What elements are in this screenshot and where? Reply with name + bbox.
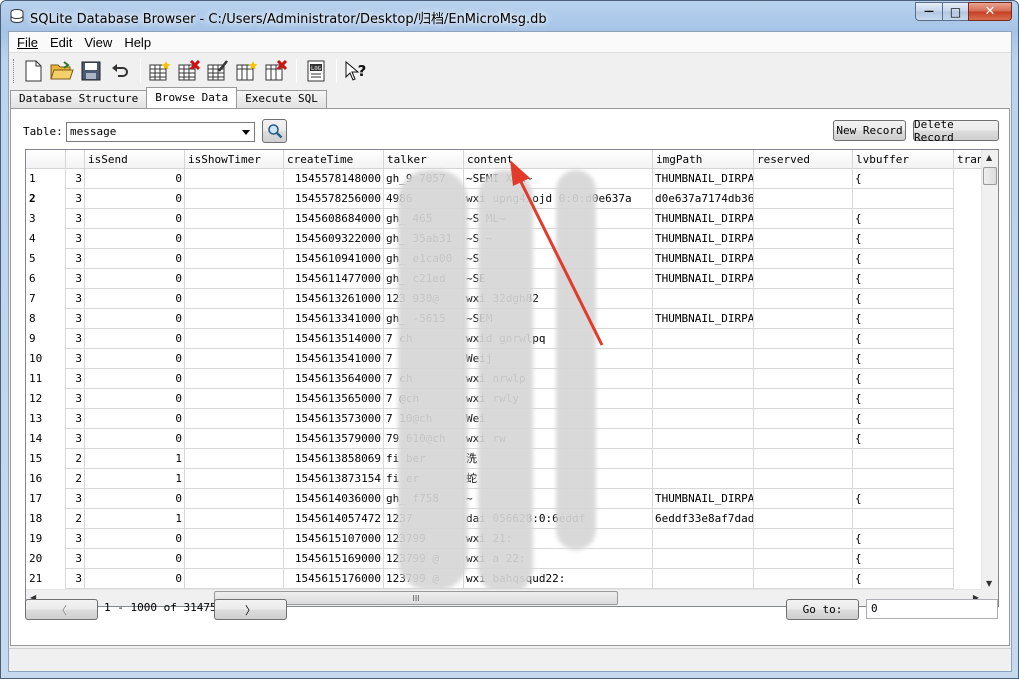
modify-table-button[interactable] bbox=[205, 58, 231, 84]
page-info: 1 - 1000 of 31475 bbox=[104, 601, 217, 614]
tab-execute-sql[interactable]: Execute SQL bbox=[236, 90, 327, 108]
toolbar-separator bbox=[140, 58, 141, 83]
whats-this-button[interactable]: ? bbox=[343, 58, 369, 84]
table-select-value: message bbox=[70, 125, 117, 138]
goto-input[interactable]: 0 bbox=[866, 599, 998, 619]
create-table-icon bbox=[149, 60, 171, 80]
chevron-left-icon: 〈 bbox=[56, 603, 67, 617]
undo-button[interactable] bbox=[107, 58, 133, 84]
log-icon: LOG bbox=[307, 60, 325, 81]
scroll-up-icon[interactable]: ▲ bbox=[986, 153, 992, 162]
table-select[interactable]: message bbox=[66, 122, 255, 142]
toolbar: LOG ? bbox=[9, 54, 1011, 87]
client-area: File Edit View Help LOG ? Database Struc… bbox=[8, 31, 1012, 672]
scroll-down-icon[interactable]: ▼ bbox=[986, 579, 992, 588]
tab-browse-data[interactable]: Browse Data bbox=[146, 87, 238, 108]
save-button[interactable] bbox=[78, 58, 104, 84]
menu-view[interactable]: View bbox=[78, 33, 118, 52]
delete-index-icon bbox=[265, 59, 287, 80]
open-folder-icon bbox=[50, 60, 74, 79]
menu-edit[interactable]: Edit bbox=[44, 33, 78, 52]
previous-page-button[interactable]: 〈 bbox=[25, 599, 98, 620]
chevron-down-icon bbox=[242, 130, 250, 135]
toolbar-separator bbox=[336, 58, 337, 83]
close-button[interactable]: ✕ bbox=[968, 2, 1012, 21]
create-table-button[interactable] bbox=[147, 58, 173, 84]
search-button[interactable] bbox=[262, 119, 287, 143]
goto-button[interactable]: Go to: bbox=[786, 599, 859, 620]
modify-table-icon bbox=[207, 59, 228, 80]
menu-help[interactable]: Help bbox=[118, 33, 157, 52]
minimize-icon: — bbox=[924, 6, 934, 17]
app-window: SQLite Database Browser - C:/Users/Admin… bbox=[0, 0, 1019, 679]
maximize-icon: □ bbox=[949, 4, 962, 19]
tab-database-structure[interactable]: Database Structure bbox=[10, 90, 148, 108]
log-button[interactable]: LOG bbox=[303, 58, 329, 84]
search-icon bbox=[267, 124, 282, 139]
browse-data-panel: Table: message New Record Delete Record … bbox=[10, 108, 1010, 646]
window-controls: — □ ✕ bbox=[915, 2, 1012, 21]
chevron-right-icon: 〉 bbox=[245, 603, 256, 617]
create-index-icon bbox=[236, 60, 258, 80]
new-database-button[interactable] bbox=[20, 58, 46, 84]
toolbar-separator bbox=[296, 58, 297, 83]
delete-table-icon bbox=[178, 59, 200, 80]
new-record-button[interactable]: New Record bbox=[833, 120, 906, 141]
database-icon bbox=[10, 9, 24, 24]
data-grid[interactable]: isSend isShowTimer createTime talker con… bbox=[25, 149, 999, 607]
save-icon bbox=[81, 61, 101, 80]
delete-table-button[interactable] bbox=[176, 58, 202, 84]
status-bar bbox=[9, 648, 1011, 672]
open-database-button[interactable] bbox=[49, 58, 75, 84]
delete-index-button[interactable] bbox=[263, 58, 289, 84]
grip-icon: III bbox=[412, 593, 420, 603]
undo-icon bbox=[112, 63, 128, 77]
toolbar-grip[interactable] bbox=[13, 58, 16, 83]
window-title: SQLite Database Browser - C:/Users/Admin… bbox=[30, 12, 547, 27]
annotation-arrow-icon bbox=[510, 160, 604, 346]
menu-bar: File Edit View Help bbox=[9, 32, 1011, 53]
whats-this-icon: ? bbox=[345, 60, 367, 81]
create-index-button[interactable] bbox=[234, 58, 260, 84]
title-bar[interactable]: SQLite Database Browser - C:/Users/Admin… bbox=[1, 1, 1018, 31]
table-label: Table: bbox=[23, 125, 63, 138]
close-icon: ✕ bbox=[984, 4, 996, 19]
delete-record-button[interactable]: Delete Record bbox=[913, 118, 999, 144]
tab-bar: Database Structure Browse Data Execute S… bbox=[10, 87, 327, 108]
menu-file[interactable]: File bbox=[11, 33, 44, 52]
maximize-button[interactable]: □ bbox=[942, 2, 968, 21]
new-file-icon bbox=[25, 60, 42, 81]
minimize-button[interactable]: — bbox=[915, 2, 942, 21]
vertical-scrollbar[interactable]: ▲ ▼ bbox=[981, 150, 998, 591]
svg-text:LOG: LOG bbox=[311, 66, 321, 72]
svg-text:?: ? bbox=[358, 62, 367, 80]
vertical-scroll-thumb[interactable] bbox=[983, 167, 997, 185]
next-page-button[interactable]: 〉 bbox=[214, 599, 287, 620]
